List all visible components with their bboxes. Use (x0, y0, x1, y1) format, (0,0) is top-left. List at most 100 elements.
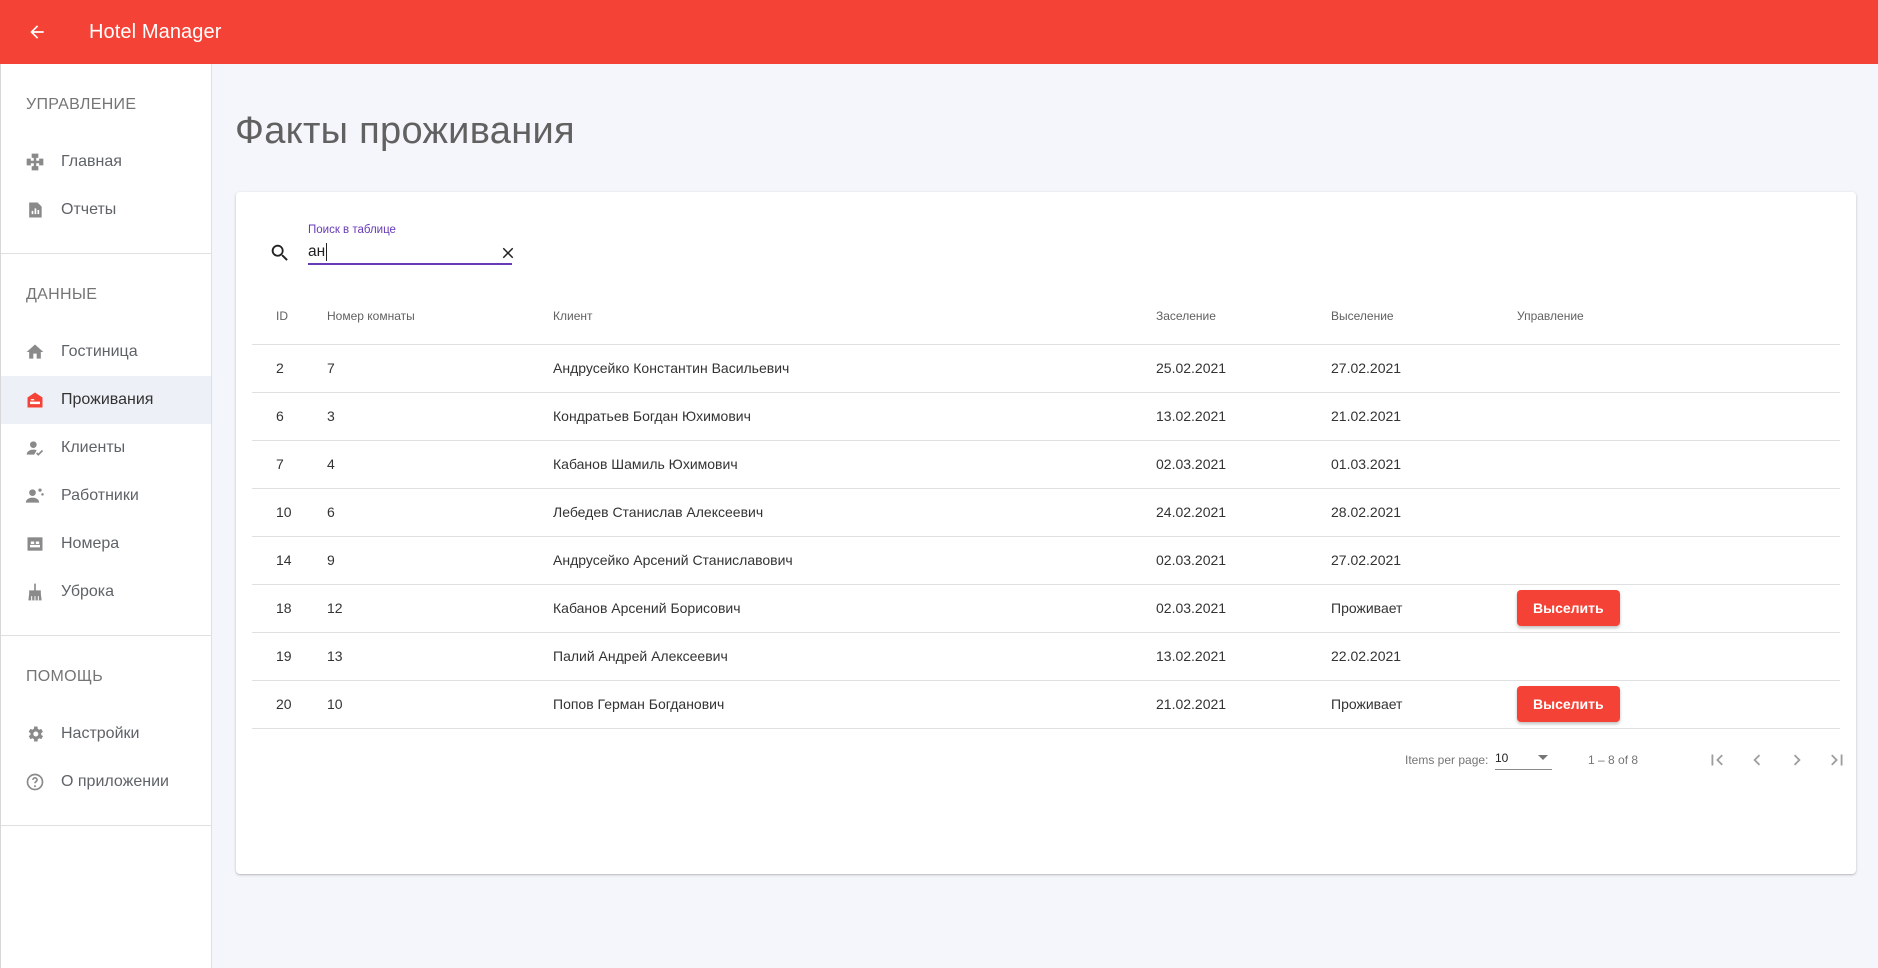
sidebar-section-title: ДАННЫЕ (26, 286, 98, 303)
cell-check-out: 01.03.2021 (1331, 440, 1517, 489)
search-icon (271, 244, 288, 261)
table-row: 18 12 Кабанов Арсений Борисович 02.03.20… (252, 584, 1840, 633)
cell-room: 12 (327, 584, 553, 633)
sidebar-item-about[interactable]: О приложении (1, 758, 211, 806)
evict-button[interactable]: Выселить (1517, 686, 1620, 722)
column-header-id[interactable]: ID (252, 288, 327, 345)
sidebar-item-label: О приложении (61, 773, 169, 790)
cleaning-icon (24, 581, 46, 603)
workers-icon (24, 485, 46, 507)
cell-room: 4 (327, 440, 553, 489)
cell-actions (1517, 392, 1840, 441)
cell-check-in: 24.02.2021 (1156, 488, 1331, 537)
page-size-value: 10 (1495, 750, 1509, 765)
column-header-client[interactable]: Клиент (553, 288, 1156, 345)
sidebar-item-clients[interactable]: Клиенты (1, 424, 211, 472)
cell-id: 6 (252, 392, 327, 441)
previous-page-button[interactable] (1739, 742, 1775, 778)
hotel-icon (24, 389, 46, 411)
sidebar-item-label: Клиенты (61, 439, 126, 456)
items-per-page-label: Items per page: (1405, 753, 1489, 767)
table-header-row: ID Номер комнаты Клиент Заселение Выселе… (252, 288, 1840, 345)
sidebar-item-settings[interactable]: Настройки (1, 710, 211, 758)
sidebar-item-label: Гостиница (61, 343, 138, 360)
chevron-left-icon (1753, 754, 1761, 766)
cell-id: 7 (252, 440, 327, 489)
back-button[interactable] (13, 8, 61, 56)
cell-check-out: 27.02.2021 (1331, 344, 1517, 393)
cell-id: 19 (252, 632, 327, 681)
sidebar-item-home[interactable]: Главная (1, 138, 211, 186)
cell-room: 6 (327, 488, 553, 537)
cell-check-in: 21.02.2021 (1156, 680, 1331, 729)
cell-actions: Выселить (1517, 680, 1840, 729)
app-title: Hotel Manager (89, 20, 222, 43)
search-label: Поиск в таблице (308, 224, 396, 236)
column-header-check-out[interactable]: Выселение (1331, 288, 1517, 345)
text-caret (326, 243, 328, 261)
cell-client: Андрусейко Арсений Станиславович (553, 536, 1156, 585)
column-header-check-in[interactable]: Заселение (1156, 288, 1331, 345)
table-row: 2 7 Андрусейко Константин Васильевич 25.… (252, 344, 1840, 393)
evict-button[interactable]: Выселить (1517, 590, 1620, 626)
table-row: 14 9 Андрусейко Арсений Станиславович 02… (252, 536, 1840, 585)
cell-check-out: 28.02.2021 (1331, 488, 1517, 537)
sidebar-item-stays[interactable]: Проживания (1, 376, 211, 424)
sidebar-item-cleaning[interactable]: Уброка (1, 568, 211, 616)
cell-client: Кабанов Шамиль Юхимович (553, 440, 1156, 489)
sidebar: УПРАВЛЕНИЕ Главная Отчеты ДАННЫЕ Гостини… (0, 64, 212, 968)
cell-check-out: 21.02.2021 (1331, 392, 1517, 441)
bed-icon (24, 533, 46, 555)
first-page-icon (1711, 754, 1723, 766)
stays-table: ID Номер комнаты Клиент Заселение Выселе… (252, 288, 1840, 729)
sidebar-item-hotel[interactable]: Гостиница (1, 328, 211, 376)
cell-actions: Выселить (1517, 584, 1840, 633)
gear-icon (24, 723, 46, 745)
last-page-icon (1831, 754, 1843, 766)
cell-client: Кондратьев Богдан Юхимович (553, 392, 1156, 441)
cell-check-in: 13.02.2021 (1156, 392, 1331, 441)
sidebar-item-workers[interactable]: Работники (1, 472, 211, 520)
next-page-button[interactable] (1779, 742, 1815, 778)
search-input[interactable]: ан (308, 241, 512, 265)
cell-client: Палий Андрей Алексеевич (553, 632, 1156, 681)
cell-client: Андрусейко Константин Васильевич (553, 344, 1156, 393)
help-icon (24, 771, 46, 793)
table-row: 19 13 Палий Андрей Алексеевич 13.02.2021… (252, 632, 1840, 681)
app-toolbar: Hotel Manager (0, 0, 1878, 64)
cell-check-in: 25.02.2021 (1156, 344, 1331, 393)
sidebar-item-label: Проживания (61, 391, 154, 408)
paginator: Items per page: 10 1 – 8 of 8 (236, 732, 1856, 788)
report-icon (24, 199, 46, 221)
cell-id: 10 (252, 488, 327, 537)
column-header-actions: Управление (1517, 288, 1840, 345)
cell-room: 13 (327, 632, 553, 681)
column-header-room[interactable]: Номер комнаты (327, 288, 553, 345)
sidebar-item-label: Главная (61, 153, 122, 170)
close-icon[interactable] (499, 244, 517, 262)
cell-room: 7 (327, 344, 553, 393)
sidebar-section-help: ПОМОЩЬ Настройки О приложении (1, 636, 211, 826)
cell-actions (1517, 632, 1840, 681)
cell-check-out: Проживает (1331, 584, 1517, 633)
cell-check-in: 02.03.2021 (1156, 536, 1331, 585)
cell-actions (1517, 488, 1840, 537)
table-row: 6 3 Кондратьев Богдан Юхимович 13.02.202… (252, 392, 1840, 441)
first-page-button[interactable] (1699, 742, 1735, 778)
table-row: 7 4 Кабанов Шамиль Юхимович 02.03.2021 0… (252, 440, 1840, 489)
sidebar-item-reports[interactable]: Отчеты (1, 186, 211, 234)
cell-check-out: Проживает (1331, 680, 1517, 729)
sidebar-item-rooms[interactable]: Номера (1, 520, 211, 568)
page-size-select[interactable]: 10 (1495, 746, 1552, 770)
sidebar-section-data: ДАННЫЕ Гостиница Проживания Клиенты Рабо… (1, 254, 211, 636)
sidebar-item-label: Отчеты (61, 201, 117, 218)
cell-check-in: 02.03.2021 (1156, 584, 1331, 633)
cell-check-in: 13.02.2021 (1156, 632, 1331, 681)
sidebar-section-title: ПОМОЩЬ (26, 668, 104, 685)
cell-room: 3 (327, 392, 553, 441)
search-value: ан (308, 243, 326, 260)
last-page-button[interactable] (1819, 742, 1855, 778)
cell-client: Попов Герман Богданович (553, 680, 1156, 729)
cell-client: Кабанов Арсений Борисович (553, 584, 1156, 633)
page-title: Факты проживания (235, 110, 575, 152)
